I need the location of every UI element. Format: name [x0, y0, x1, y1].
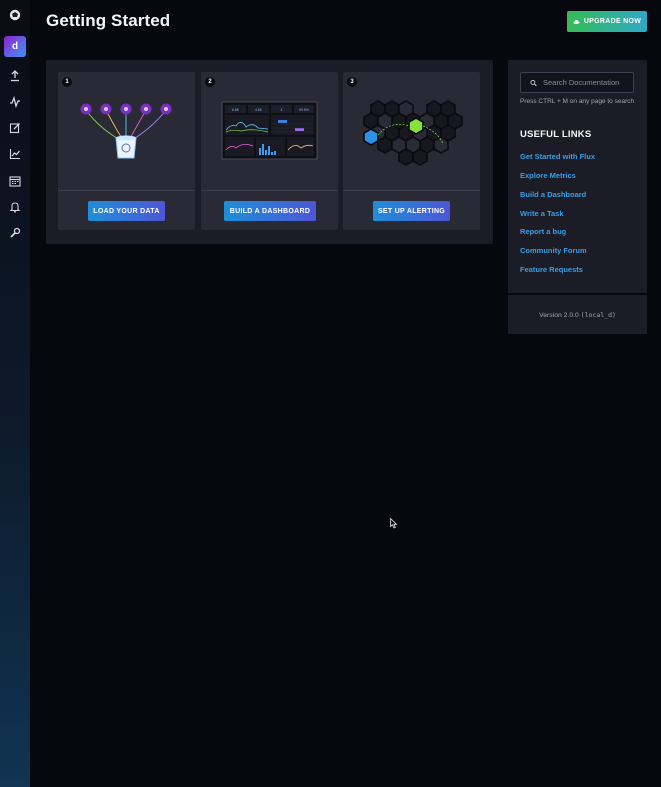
link-explore-metrics[interactable]: Explore Metrics	[520, 171, 576, 180]
step-card-set-up-alerting: 3 SET UP ALERTING	[343, 72, 480, 230]
upgrade-now-label: UPGRADE NOW	[583, 18, 642, 25]
edit-icon[interactable]	[8, 121, 22, 135]
upload-icon[interactable]	[8, 69, 22, 83]
data-explorer-icon[interactable]	[8, 95, 22, 109]
bell-icon[interactable]	[8, 200, 22, 214]
card-divider	[343, 190, 480, 191]
version-footer: Version 2.0.0 (local_d)	[508, 295, 647, 334]
step-card-build-dashboard: 6.8K 4.6K 4 99.5% 2 BUILD A DASHBOARD	[201, 72, 338, 230]
step-number: 1	[62, 77, 72, 87]
getting-started-panel: 1 LOAD YOUR DATA 6.8K 4.6K 4 99.5% 2 BUI…	[46, 60, 493, 244]
dashboard-stat-4: 99.5%	[299, 108, 309, 112]
card-divider	[201, 190, 338, 191]
search-documentation-input[interactable]	[543, 78, 633, 87]
load-data-illustration	[80, 103, 172, 159]
version-label: Version 2.0.0	[539, 311, 579, 319]
set-up-alerting-button[interactable]: SET UP ALERTING	[373, 201, 450, 221]
upgrade-now-button[interactable]: UPGRADE NOW	[567, 11, 647, 32]
step-card-load-data: 1 LOAD YOUR DATA	[58, 72, 195, 230]
calendar-icon[interactable]	[8, 174, 22, 188]
sidebar: d	[0, 0, 30, 787]
load-your-data-button[interactable]: LOAD YOUR DATA	[88, 201, 165, 221]
alerting-illustration	[363, 100, 463, 166]
link-report-a-bug[interactable]: Report a bug	[520, 227, 566, 236]
card-divider	[58, 190, 195, 191]
page-title: Getting Started	[46, 11, 171, 30]
mouse-cursor-icon	[390, 518, 398, 529]
search-icon	[530, 79, 537, 86]
dashboard-stat-2: 4.6K	[255, 108, 263, 112]
dashboard-stat-1: 6.8K	[232, 108, 240, 112]
build-a-dashboard-button[interactable]: BUILD A DASHBOARD	[224, 201, 316, 221]
wrench-icon[interactable]	[8, 226, 22, 240]
link-build-a-dashboard[interactable]: Build a Dashboard	[520, 190, 586, 199]
useful-links-heading: USEFUL LINKS	[520, 129, 592, 140]
step-number: 3	[347, 77, 357, 87]
logo-icon[interactable]	[8, 8, 22, 22]
documentation-panel: Press CTRL + M on any page to search USE…	[508, 60, 647, 293]
link-write-a-task[interactable]: Write a Task	[520, 209, 564, 218]
step-number: 2	[205, 77, 215, 87]
link-community-forum[interactable]: Community Forum	[520, 246, 587, 255]
search-shortcut-hint: Press CTRL + M on any page to search	[520, 98, 635, 105]
dashboard-illustration: 6.8K 4.6K 4 99.5%	[221, 101, 318, 160]
version-info: Version 2.0.0 (local_d)	[539, 311, 616, 319]
cloud-icon	[573, 19, 580, 24]
org-avatar[interactable]: d	[4, 36, 26, 57]
link-feature-requests[interactable]: Feature Requests	[520, 265, 583, 274]
chart-icon[interactable]	[8, 147, 22, 161]
dashboard-stat-3: 4	[281, 108, 283, 112]
search-documentation-box[interactable]	[520, 72, 634, 93]
link-get-started-with-flux[interactable]: Get Started with Flux	[520, 152, 595, 161]
version-tag: (local_d)	[580, 310, 616, 319]
